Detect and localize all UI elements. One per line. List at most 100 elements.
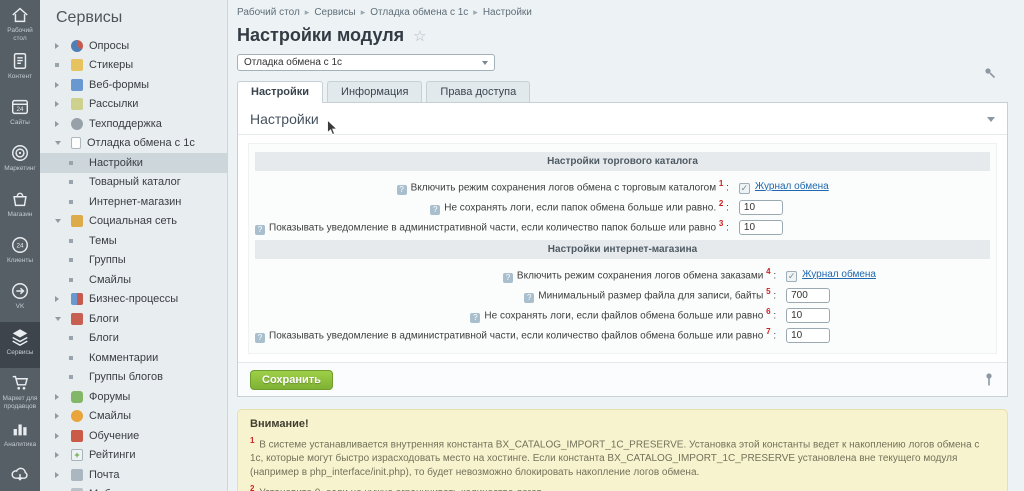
rail-item-content[interactable]: Контент [0,46,40,92]
setting-value: ✓ Журнал обмена [780,265,990,285]
rail-item-label: Сервисы [7,349,34,357]
sidebar-item[interactable]: Группы [40,251,227,271]
footnote-number: 7 [766,327,770,336]
log-mode-checkbox[interactable]: ✓ [786,271,797,282]
favorite-star-icon[interactable]: ☆ [413,27,426,45]
sidebar-title: Сервисы [40,0,227,36]
module-select[interactable]: Отладка обмена с 1с [237,54,495,71]
rail-item-home[interactable]: Рабочий стол [0,0,40,46]
warning-note: 1 В системе устанавливается внутренняя к… [250,434,995,480]
hint-icon[interactable]: ? [524,293,534,303]
hint-icon[interactable]: ? [397,185,407,195]
settings-row: ?Не сохранять логи, если файлов обмена б… [255,305,990,325]
rail-item-cloud[interactable] [0,460,40,491]
sidebar-item-label: Интернет-магазин [89,196,181,208]
warning-note: 2 Установите 0, если не нужно ограничива… [250,482,995,491]
sidebar-item-label: Группы [89,254,126,266]
exchange-doc-icon [71,137,81,149]
stickers-icon [71,59,83,71]
footnote-number: 1 [719,179,723,188]
pin-icon[interactable] [983,66,996,79]
tab-item[interactable]: Права доступа [426,81,530,102]
sidebar-item[interactable]: Стикеры [40,56,227,76]
services-icon [10,327,30,347]
setting-input-3[interactable] [739,220,783,235]
rail-item-shop[interactable]: Магазин [0,184,40,230]
sidebar-item[interactable]: Форумы [40,387,227,407]
sidebar-item-label: Обучение [89,430,139,442]
sidebar-item[interactable]: Мобильное приложение [40,485,227,491]
breadcrumb-link[interactable]: Рабочий стол [237,7,300,18]
bullet-icon [69,258,79,262]
breadcrumb-link[interactable]: Настройки [483,7,532,18]
sidebar-item-label: Комментарии [89,352,158,364]
webforms-icon [71,79,83,91]
sidebar-item[interactable]: Темы [40,231,227,251]
sidebar-item[interactable]: Обучение [40,426,227,446]
settings-panel: Настройки Настройки торгового каталога?В… [237,102,1008,397]
pin-icon[interactable] [983,372,995,387]
setting-value: ✓ Журнал обмена [733,177,990,197]
hint-icon[interactable]: ? [470,313,480,323]
hint-icon[interactable]: ? [430,205,440,215]
mailing-icon [71,98,83,110]
sidebar-item[interactable]: Почта [40,465,227,485]
rail-item-sites[interactable]: 24Сайты [0,92,40,138]
rail-item-analytics[interactable]: Аналитика [0,414,40,460]
hint-icon[interactable]: ? [503,273,513,283]
sidebar-item-label: Рейтинги [89,449,136,461]
rail-item-label: Рабочий стол [0,27,40,42]
tab-item[interactable]: Информация [327,81,422,102]
sidebar-item-label: Социальная сеть [89,215,177,227]
services-sidebar: Сервисы ОпросыСтикерыВеб-формыРассылкиТе… [40,0,228,491]
sidebar-item[interactable]: Комментарии [40,348,227,368]
rail-item-vk[interactable]: VK [0,276,40,322]
setting-input-7[interactable] [786,328,830,343]
sidebar-item[interactable]: Интернет-магазин [40,192,227,212]
warning-box: Внимание! 1 В системе устанавливается вн… [237,409,1008,491]
sidebar-item[interactable]: Группы блогов [40,368,227,388]
rail-item-clients[interactable]: 24Клиенты [0,230,40,276]
breadcrumb-link[interactable]: Сервисы [314,7,355,18]
hint-icon[interactable]: ? [255,333,265,343]
settings-form: Настройки торгового каталога?Включить ре… [248,143,997,354]
sidebar-item-label: Блоги [89,313,119,325]
sidebar-item[interactable]: Настройки [40,153,227,173]
sidebar-item[interactable]: Опросы [40,36,227,56]
chevron-down-icon [55,141,65,145]
sidebar-item[interactable]: Рассылки [40,95,227,115]
chevron-right-icon [55,433,65,439]
rail-item-marketing[interactable]: Маркетинг [0,138,40,184]
setting-input-5[interactable] [786,288,830,303]
setting-value [780,325,990,345]
rail-item-market[interactable]: Маркет для продавцов [0,368,40,414]
sidebar-item[interactable]: Техподдержка [40,114,227,134]
exchange-journal-link[interactable]: Журнал обмена [755,181,829,192]
sidebar-item[interactable]: Смайлы [40,270,227,290]
breadcrumb-link[interactable]: Отладка обмена с 1с [370,7,468,18]
chevron-right-icon [55,452,65,458]
sidebar-item[interactable]: Блоги [40,309,227,329]
sidebar-item[interactable]: Социальная сеть [40,212,227,232]
sidebar-item-label: Группы блогов [89,371,163,383]
save-button[interactable]: Сохранить [250,370,333,390]
log-mode-checkbox[interactable]: ✓ [739,183,750,194]
setting-input-6[interactable] [786,308,830,323]
sidebar-item[interactable]: Блоги [40,329,227,349]
exchange-journal-link[interactable]: Журнал обмена [802,269,876,280]
setting-input-2[interactable] [739,200,783,215]
settings-row: ?Не сохранять логи, если папок обмена бо… [255,197,990,217]
support-icon [71,118,83,130]
sidebar-item[interactable]: Бизнес-процессы [40,290,227,310]
setting-value [733,197,990,217]
sidebar-item[interactable]: Веб-формы [40,75,227,95]
collapse-chevron-icon[interactable] [987,117,995,122]
sidebar-item[interactable]: +Рейтинги [40,446,227,466]
sidebar-item[interactable]: Отладка обмена с 1с [40,134,227,154]
sidebar-item[interactable]: Товарный каталог [40,173,227,193]
sidebar-item[interactable]: Смайлы [40,407,227,427]
hint-icon[interactable]: ? [255,225,265,235]
tab-active[interactable]: Настройки [237,81,323,103]
sidebar-item-label: Смайлы [89,274,131,286]
rail-item-services[interactable]: Сервисы [0,322,40,368]
